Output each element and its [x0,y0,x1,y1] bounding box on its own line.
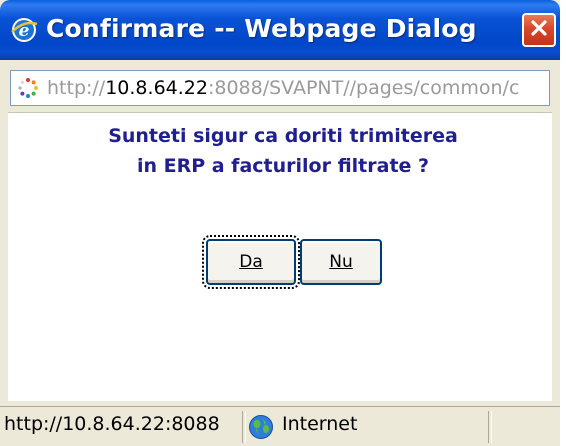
security-zone-label: Internet [282,413,358,435]
url-path: :8088/SVAPNT//pages/common/c [207,77,520,99]
yes-button-label: Da [239,252,263,272]
yes-button[interactable]: Da [202,235,300,289]
confirmation-message: Sunteti sigur ca doriti trimiterea in ER… [108,125,458,177]
close-icon [529,18,549,42]
internet-explorer-icon: e [10,16,38,44]
close-button[interactable] [522,13,556,47]
url-text: http://10.8.64.22:8088/SVAPNT//pages/com… [47,77,519,99]
window-title: Confirmare -- Webpage Dialog [46,14,477,43]
dialog-content: Sunteti sigur ca doriti trimiterea in ER… [8,112,552,401]
title-bar[interactable]: e Confirmare -- Webpage Dialog [0,0,560,60]
dialog-window: e Confirmare -- Webpage Dialog http://10… [0,0,560,446]
url-host: 10.8.64.22 [105,77,208,99]
address-bar[interactable]: http://10.8.64.22:8088/SVAPNT//pages/com… [10,70,550,106]
status-url: http://10.8.64.22:8088 [4,413,220,435]
status-bar: http://10.8.64.22:8088 Internet [0,406,560,446]
no-button-label: Nu [329,252,353,272]
no-button[interactable]: Nu [300,239,382,285]
status-divider [242,411,246,443]
url-prefix: http:// [47,77,106,99]
globe-icon [248,414,274,440]
loading-icon [17,77,39,99]
status-divider [488,411,492,443]
